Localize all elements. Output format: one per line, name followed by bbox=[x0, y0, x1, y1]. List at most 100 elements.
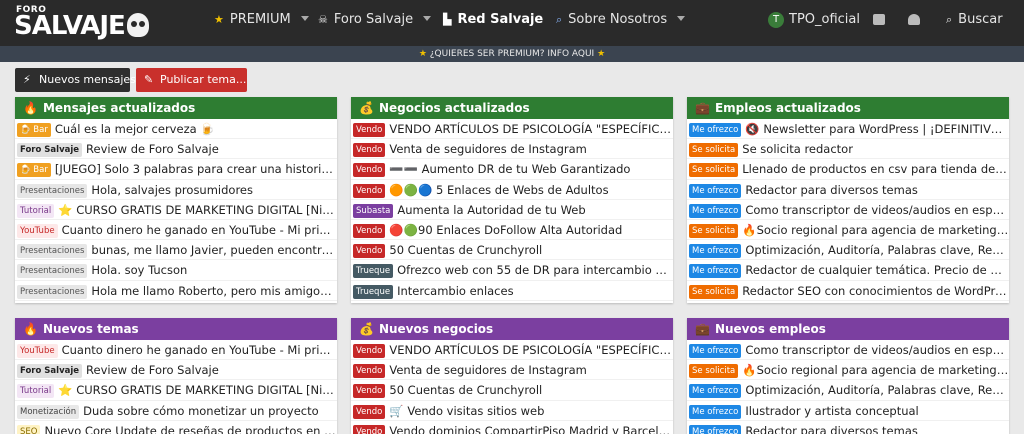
prefix-tag[interactable]: Me ofrezco bbox=[689, 123, 742, 137]
list-item[interactable]: Presentaciones bunas, me llamo Javier, pu… bbox=[15, 240, 337, 261]
thread-title-link[interactable]: VENDO ARTÍCULOS DE PSICOLOGÍA "ESPECÍFIC… bbox=[389, 122, 673, 136]
list-item[interactable]: Vendo 🛒 Vendo visitas sitios web bbox=[351, 401, 673, 421]
thread-title-link[interactable]: Review de Foro Salvaje bbox=[86, 363, 219, 377]
thread-title-link[interactable]: 50 Cuentas de Crunchyroll bbox=[389, 243, 542, 257]
list-item[interactable]: Foro Salvaje Review de Foro Salvaje bbox=[15, 360, 337, 381]
thread-title-link[interactable]: ⭐ CURSO GRATIS DE MARKETING DIGITAL [Niv… bbox=[58, 203, 337, 217]
list-item[interactable]: Vendo 50 Cuentas de Crunchyroll bbox=[351, 380, 673, 401]
thread-title-link[interactable]: 🔇 Newsletter para WordPress | ¡DEFINITIV… bbox=[745, 122, 1009, 136]
prefix-tag[interactable]: Me ofrezco bbox=[689, 344, 742, 358]
list-item[interactable]: Subasta Aumenta la Autoridad de tu Web bbox=[351, 200, 673, 220]
thread-title-link[interactable]: 🟠🟢🔵 5 Enlaces de Webs de Adultos bbox=[389, 183, 608, 197]
premium-banner[interactable]: ★ ¿QUIERES SER PREMIUM? INFO AQUI ★ bbox=[0, 46, 1024, 62]
new-messages-button[interactable]: ⚡ Nuevos mensajes bbox=[15, 68, 136, 92]
thread-title-link[interactable]: 🔴🟢90 Enlaces DoFollow Alta Autoridad bbox=[389, 223, 622, 237]
prefix-tag[interactable]: Se solicita bbox=[689, 284, 739, 299]
list-item[interactable]: Me ofrezco Optimización, Auditoría, Palab… bbox=[687, 240, 1009, 261]
prefix-tag[interactable]: Se solicita bbox=[689, 163, 739, 178]
list-item[interactable]: Se solicita Llenado de productos en csv p… bbox=[687, 159, 1009, 180]
list-item[interactable]: Tutorial ⭐ CURSO GRATIS DE MARKETING DIGI… bbox=[15, 200, 337, 220]
thread-title-link[interactable]: Redactor para diversos temas bbox=[745, 424, 918, 434]
envelope-icon[interactable] bbox=[873, 14, 885, 25]
thread-title-link[interactable]: 🛒 Vendo visitas sitios web bbox=[389, 404, 544, 418]
list-item[interactable]: YouTube Cuanto dinero he ganado en YouTub… bbox=[15, 340, 337, 361]
list-item[interactable]: Me ofrezco Como transcriptor de videos/au… bbox=[687, 340, 1009, 361]
prefix-tag[interactable]: Me ofrezco bbox=[689, 244, 742, 259]
list-item[interactable]: Vendo 🔴🟢90 Enlaces DoFollow Alta Autorida… bbox=[351, 220, 673, 241]
list-item[interactable]: Monetización Duda sobre cómo monetizar un… bbox=[15, 401, 337, 421]
prefix-tag[interactable]: Foro Salvaje bbox=[17, 143, 83, 158]
list-item[interactable]: Presentaciones Hola, salvajes prosumidore… bbox=[15, 180, 337, 200]
prefix-tag[interactable]: Tutorial bbox=[17, 203, 55, 218]
prefix-tag[interactable]: Me ofrezco bbox=[689, 404, 742, 419]
bell-icon[interactable] bbox=[908, 14, 920, 25]
list-item[interactable]: Vendo Venta de seguidores de Instagram bbox=[351, 139, 673, 160]
thread-title-link[interactable]: bunas, me llamo Javier, pueden encontra.… bbox=[91, 243, 337, 257]
list-item[interactable]: Trueque Ofrezco web con 55 de DR para int… bbox=[351, 260, 673, 281]
prefix-tag[interactable]: Presentaciones bbox=[17, 264, 88, 279]
prefix-tag[interactable]: 🍺 Bar bbox=[17, 163, 51, 178]
list-item[interactable]: SEO Nuevo Core Update de reseñas de produ… bbox=[15, 421, 337, 434]
thread-title-link[interactable]: Aumenta la Autoridad de tu Web bbox=[397, 203, 585, 217]
thread-title-link[interactable]: [JUEGO] Solo 3 palabras para crear una h… bbox=[55, 162, 337, 176]
thread-title-link[interactable]: 🔥Socio regional para agencia de marketin… bbox=[742, 363, 1009, 377]
prefix-tag[interactable]: Presentaciones bbox=[17, 284, 88, 299]
list-item[interactable]: Vendo Vendo dominios CompartirPiso Madrid… bbox=[351, 421, 673, 434]
prefix-tag[interactable]: Me ofrezco bbox=[689, 424, 742, 434]
list-item[interactable]: Foro Salvaje Review de Foro Salvaje bbox=[15, 139, 337, 160]
list-item[interactable]: Vendo 50 Cuentas de Crunchyroll bbox=[351, 240, 673, 261]
thread-title-link[interactable]: 50 Cuentas de Crunchyroll bbox=[389, 383, 542, 397]
list-item[interactable]: Se solicita 🔥Socio regional para agencia … bbox=[687, 220, 1009, 241]
prefix-tag[interactable]: Trueque bbox=[353, 264, 394, 279]
prefix-tag[interactable]: Me ofrezco bbox=[689, 183, 742, 198]
list-item[interactable]: Me ofrezco Redactor para diversos temas bbox=[687, 180, 1009, 200]
thread-title-link[interactable]: Como transcriptor de videos/audios en es… bbox=[745, 203, 1009, 217]
thread-title-link[interactable]: Ilustrador y artista conceptual bbox=[745, 404, 918, 418]
list-item[interactable]: Me ofrezco Como transcriptor de videos/au… bbox=[687, 200, 1009, 220]
thread-title-link[interactable]: Nuevo Core Update de reseñas de producto… bbox=[44, 424, 337, 434]
list-item[interactable]: Vendo 🟠🟢🔵 5 Enlaces de Webs de Adultos bbox=[351, 180, 673, 200]
nav-red-salvaje[interactable]: ▙ Red Salvaje bbox=[443, 0, 543, 46]
thread-title-link[interactable]: Duda sobre cómo monetizar un proyecto bbox=[83, 404, 319, 418]
list-item[interactable]: Presentaciones Hola. soy Tucson bbox=[15, 260, 337, 281]
thread-title-link[interactable]: Hola me llamo Roberto, pero mis amigos .… bbox=[91, 284, 337, 298]
prefix-tag[interactable]: Se solicita bbox=[689, 143, 739, 158]
prefix-tag[interactable]: 🍺 Bar bbox=[17, 123, 51, 137]
list-item[interactable]: Me ofrezco Ilustrador y artista conceptua… bbox=[687, 401, 1009, 421]
prefix-tag[interactable]: Vendo bbox=[353, 244, 386, 259]
prefix-tag[interactable]: Subasta bbox=[353, 203, 394, 218]
prefix-tag[interactable]: Vendo bbox=[353, 344, 386, 358]
prefix-tag[interactable]: Monetización bbox=[17, 404, 80, 419]
prefix-tag[interactable]: Vendo bbox=[353, 123, 386, 137]
prefix-tag[interactable]: YouTube bbox=[17, 223, 58, 238]
prefix-tag[interactable]: Me ofrezco bbox=[689, 203, 742, 218]
thread-title-link[interactable]: Llenado de productos en csv para tienda … bbox=[742, 162, 1009, 176]
prefix-tag[interactable]: Vendo bbox=[353, 223, 386, 238]
thread-title-link[interactable]: Cuanto dinero he ganado en YouTube - Mi … bbox=[62, 223, 331, 237]
list-item[interactable]: YouTube Cuanto dinero he ganado en YouTub… bbox=[15, 220, 337, 241]
thread-title-link[interactable]: Cuanto dinero he ganado en YouTube - Mi … bbox=[62, 343, 331, 357]
list-item[interactable]: 🍺 Bar Cuál es la mejor cerveza 🍺 bbox=[15, 119, 337, 140]
thread-title-link[interactable]: Optimización, Auditoría, Palabras clave,… bbox=[745, 383, 1009, 397]
nav-foro-salvaje[interactable]: ☠ Foro Salvaje bbox=[318, 0, 432, 46]
prefix-tag[interactable]: Presentaciones bbox=[17, 244, 88, 259]
list-item[interactable]: 🍺 Bar [JUEGO] Solo 3 palabras para crear … bbox=[15, 159, 337, 180]
prefix-tag[interactable]: Vendo bbox=[353, 364, 386, 379]
thread-title-link[interactable]: Intercambio enlaces bbox=[397, 284, 514, 298]
prefix-tag[interactable]: Vendo bbox=[353, 163, 386, 178]
list-item[interactable]: Se solicita Redactor SEO con conocimiento… bbox=[687, 281, 1009, 301]
thread-title-link[interactable]: Hola. soy Tucson bbox=[91, 263, 187, 277]
thread-title-link[interactable]: Se solicita redactor bbox=[742, 142, 853, 156]
list-item[interactable]: Vendo VENDO ARTÍCULOS DE PSICOLOGÍA "ESPE… bbox=[351, 340, 673, 361]
prefix-tag[interactable]: Se solicita bbox=[689, 223, 739, 238]
prefix-tag[interactable]: Vendo bbox=[353, 404, 386, 419]
list-item[interactable]: Se solicita 🔥Socio regional para agencia … bbox=[687, 360, 1009, 381]
nav-sobre-nosotros[interactable]: ⌕ Sobre Nosotros bbox=[556, 0, 686, 46]
thread-title-link[interactable]: Redactor de cualquier temática. Precio d… bbox=[745, 263, 1009, 277]
thread-title-link[interactable]: ➖➖ Aumento DR de tu Web Garantizado bbox=[389, 162, 630, 176]
list-item[interactable]: Trueque Intercambio enlaces bbox=[351, 281, 673, 301]
list-item[interactable]: Me ofrezco 🔇 Newsletter para WordPress | … bbox=[687, 119, 1009, 140]
thread-title-link[interactable]: Redactor para diversos temas bbox=[745, 183, 918, 197]
thread-title-link[interactable]: Redactor SEO con conocimientos de WordPr… bbox=[742, 284, 1009, 298]
thread-title-link[interactable]: Vendo dominios CompartirPiso Madrid y Ba… bbox=[389, 424, 673, 434]
